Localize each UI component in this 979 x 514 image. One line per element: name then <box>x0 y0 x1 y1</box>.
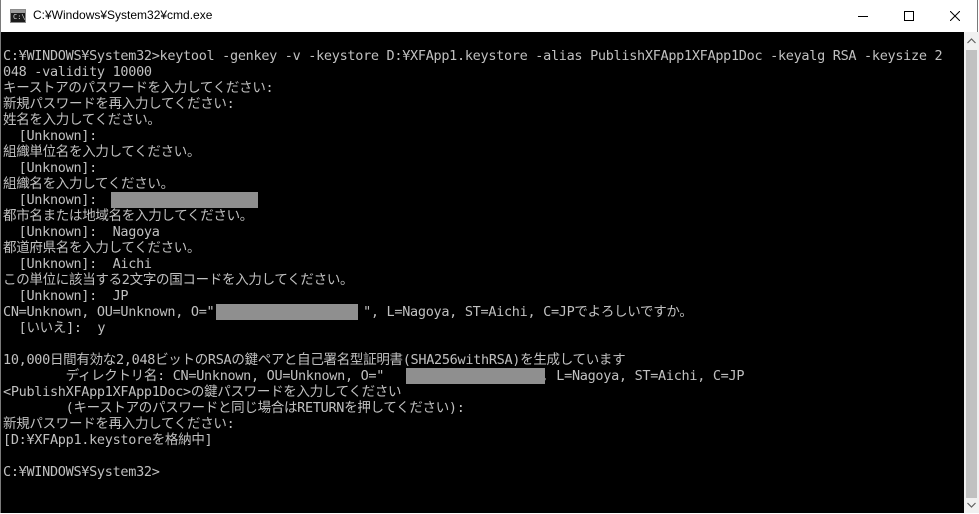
terminal-line: 新規パスワードを再入力してください: <box>3 416 235 432</box>
terminal-line: [Unknown]: <box>3 192 98 208</box>
scroll-up-arrow-icon <box>967 37 976 43</box>
scroll-down-button[interactable] <box>964 496 979 513</box>
terminal-line: 組織名を入力してください。 <box>3 176 174 192</box>
terminal-line: 都道府県名を入力してください。 <box>3 240 201 256</box>
terminal-line: [Unknown]: JP <box>3 288 129 304</box>
scroll-thumb[interactable] <box>966 50 977 498</box>
terminal-line: [いいえ]: y <box>3 320 106 336</box>
minimize-button[interactable] <box>840 0 886 32</box>
maximize-button[interactable] <box>886 0 932 32</box>
terminal-output[interactable]: C:¥WINDOWS¥System32>keytool -genkey -v -… <box>1 32 964 513</box>
scroll-down-arrow-icon <box>967 502 976 508</box>
terminal-line: [D:¥XFApp1.keystoreを格納中] <box>3 432 213 448</box>
terminal-line: 新規パスワードを再入力してください: <box>3 96 235 112</box>
maximize-icon <box>904 11 914 21</box>
cmd-app-icon[interactable]: C:\ <box>10 9 26 23</box>
redacted-organization <box>406 368 545 384</box>
terminal-line: この単位に該当する2文字の国コードを入力してください。 <box>3 272 354 288</box>
title-bar[interactable]: C:\ C:¥Windows¥System32¥cmd.exe <box>1 0 977 32</box>
terminal-line: C:¥WINDOWS¥System32> <box>3 464 160 480</box>
close-button[interactable] <box>932 0 978 32</box>
terminal-line: キーストアのパスワードを入力してください: <box>3 80 274 96</box>
close-icon <box>950 11 960 21</box>
terminal-line: 姓名を入力してください。 <box>3 112 161 128</box>
window-title: C:¥Windows¥System32¥cmd.exe <box>33 8 213 22</box>
terminal-line: 組織単位名を入力してください。 <box>3 144 201 160</box>
terminal-line: [Unknown]: Aichi <box>3 256 152 272</box>
terminal-line: 都市名または地域名を入力してください。 <box>3 208 253 224</box>
terminal-line: [Unknown]: <box>3 160 98 176</box>
vertical-scrollbar[interactable] <box>964 32 979 513</box>
cmd-window: C:\ C:¥Windows¥System32¥cmd.exe C:¥WINDO… <box>0 0 979 513</box>
redacted-organization <box>216 304 358 320</box>
scroll-up-button[interactable] <box>964 32 979 49</box>
terminal-line: (キーストアのパスワードと同じ場合はRETURNを押してください): <box>3 400 465 416</box>
terminal-line: 048 -validity 10000 <box>3 64 152 80</box>
terminal-line: C:¥WINDOWS¥System32>keytool -genkey -v -… <box>3 48 943 64</box>
terminal-line: <PublishXFApp1XFApp1Doc>の鍵パスワードを入力してください <box>3 384 402 400</box>
minimize-icon <box>858 16 868 17</box>
terminal-line: [Unknown]: Nagoya <box>3 224 160 240</box>
terminal-line: ディレクトリ名: CN=Unknown, OU=Unknown, O=" ", … <box>3 368 745 384</box>
redacted-organization <box>111 192 258 208</box>
terminal-line: [Unknown]: <box>3 128 98 144</box>
terminal-line: 10,000日間有効な2,048ビットのRSAの鍵ペアと自己署名型証明書(SHA… <box>3 352 626 368</box>
cmd-icon-text: C:\ <box>13 13 26 21</box>
